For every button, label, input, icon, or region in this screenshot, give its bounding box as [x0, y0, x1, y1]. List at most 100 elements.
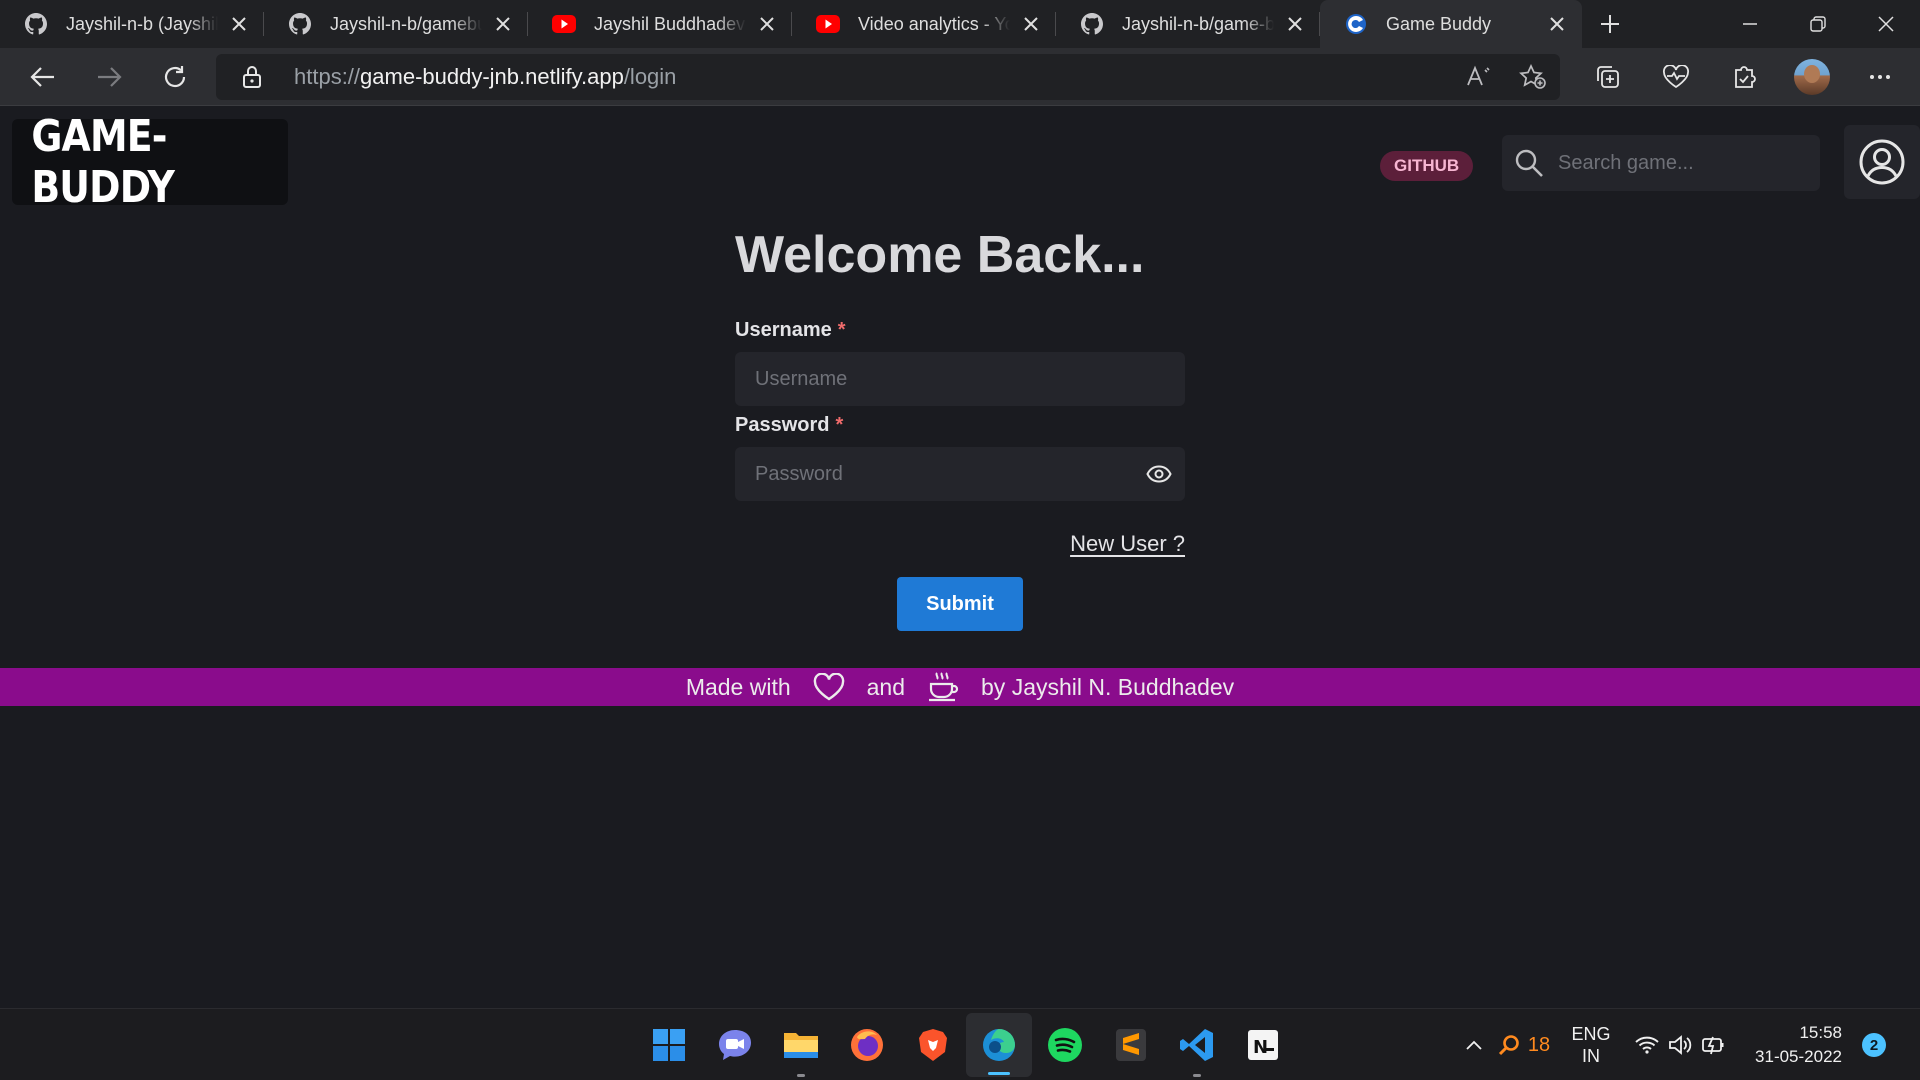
tab-title: Jayshil-n-b (Jayshil N. Buddhadev) [66, 13, 218, 35]
github-icon [24, 12, 48, 36]
username-input[interactable] [735, 352, 1125, 406]
new-tab-button[interactable] [1582, 0, 1638, 48]
url-host: game-buddy-jnb.netlify.app [360, 64, 624, 89]
system-status-group[interactable] [1628, 1009, 1732, 1080]
tab-title: Game Buddy [1386, 13, 1536, 35]
close-window-button[interactable] [1852, 0, 1920, 48]
collections-icon[interactable] [1574, 48, 1642, 106]
battery-icon [1702, 1036, 1724, 1055]
url-scheme: https:// [294, 64, 361, 89]
vscode-app[interactable] [1164, 1009, 1230, 1080]
language-line1: ENG [1571, 1024, 1611, 1044]
windows-taskbar: N 18 ENG IN 15:58 31-05-2022 2 [0, 1008, 1920, 1080]
username-field-wrapper [735, 352, 1185, 406]
site-footer: Made with and by Jayshil N. Buddhadev [0, 668, 1920, 706]
github-icon [288, 12, 312, 36]
refresh-icon [164, 65, 186, 87]
notion-app[interactable]: N [1230, 1009, 1296, 1080]
user-circle-icon [1859, 139, 1905, 185]
edge-icon [983, 1029, 1015, 1061]
browser-toolbar: https://game-buddy-jnb.netlify.app/login [0, 48, 1920, 106]
footer-suffix: by Jayshil N. Buddhadev [981, 673, 1235, 700]
volume-icon [1669, 1035, 1692, 1055]
url-text: https://game-buddy-jnb.netlify.app/login [294, 64, 1452, 90]
favorite-star-icon[interactable] [1506, 54, 1560, 100]
logo-text: GAME-BUDDY [31, 111, 175, 213]
extensions-icon[interactable] [1710, 48, 1778, 106]
footer-prefix: Made with [685, 673, 791, 700]
close-tab-icon[interactable] [1546, 13, 1568, 35]
github-icon [1080, 12, 1104, 36]
minimize-button[interactable] [1716, 0, 1784, 48]
brave-icon [919, 1029, 947, 1061]
search-tray-item[interactable]: 18 [1494, 1009, 1554, 1080]
close-tab-icon[interactable] [756, 13, 778, 35]
browser-tab[interactable]: Jayshil Buddhadev - YouTube [528, 0, 792, 48]
file-explorer-app[interactable] [768, 1009, 834, 1080]
forward-arrow-icon [98, 66, 122, 87]
avatar [1794, 59, 1830, 95]
login-form: Welcome Back... Username* Password* New … [735, 225, 1185, 631]
browser-tab[interactable]: Video analytics - YouTube Studio [792, 0, 1056, 48]
tab-title: Jayshil-n-b/gamebuddy [330, 13, 482, 35]
new-user-link[interactable]: New User ? [735, 531, 1185, 557]
sublime-text-app[interactable] [1098, 1009, 1164, 1080]
clock[interactable]: 15:58 31-05-2022 [1732, 1009, 1842, 1080]
password-field-wrapper [735, 447, 1185, 501]
firefox-app[interactable] [834, 1009, 900, 1080]
site-logo[interactable]: GAME-BUDDY [12, 111, 288, 213]
required-mark: * [837, 319, 846, 341]
browser-essentials-icon[interactable] [1642, 48, 1710, 106]
notification-count-badge: 2 [1862, 1033, 1886, 1057]
forward-button[interactable] [76, 48, 142, 106]
password-label-text: Password [735, 414, 830, 436]
show-password-eye-icon[interactable] [1145, 461, 1173, 487]
required-mark: * [835, 414, 844, 436]
wifi-icon [1635, 1036, 1659, 1054]
browser-tab[interactable]: Jayshil-n-b (Jayshil N. Buddhadev) [0, 0, 264, 48]
search-count: 18 [1527, 1034, 1551, 1056]
read-aloud-icon[interactable] [1452, 54, 1506, 100]
teams-chat-icon [719, 1030, 751, 1060]
browser-tab-active[interactable]: Game Buddy [1320, 0, 1582, 48]
search-input[interactable] [1558, 151, 1798, 175]
search-icon [1514, 148, 1544, 178]
language-line2: IN [1581, 1046, 1600, 1066]
page-title: Welcome Back... [735, 226, 1145, 284]
restore-button[interactable] [1784, 0, 1852, 48]
close-tab-icon[interactable] [492, 13, 514, 35]
github-badge[interactable]: GITHUB [1380, 151, 1474, 181]
more-options-icon[interactable] [1846, 48, 1914, 106]
profile-avatar[interactable] [1778, 48, 1846, 106]
lock-icon[interactable] [242, 65, 270, 89]
coffee-cup-icon [927, 671, 959, 703]
youtube-icon [552, 12, 576, 36]
close-tab-icon[interactable] [1284, 13, 1306, 35]
start-button[interactable] [636, 1009, 702, 1080]
teams-chat-app[interactable] [702, 1009, 768, 1080]
language-indicator[interactable]: ENG IN [1554, 1009, 1628, 1080]
address-bar[interactable]: https://game-buddy-jnb.netlify.app/login [216, 54, 1560, 100]
vscode-icon [1180, 1029, 1213, 1061]
user-account-button[interactable] [1844, 125, 1920, 199]
brave-app[interactable] [900, 1009, 966, 1080]
browser-tab[interactable]: Jayshil-n-b/gamebuddy [264, 0, 528, 48]
back-button[interactable] [10, 48, 76, 106]
magnifier-icon [1498, 1035, 1519, 1056]
close-tab-icon[interactable] [1020, 13, 1042, 35]
url-path: /login [623, 64, 677, 89]
search-game-box[interactable] [1502, 135, 1820, 191]
close-tab-icon[interactable] [228, 13, 250, 35]
submit-button[interactable]: Submit [897, 577, 1023, 631]
notification-center[interactable]: 2 [1842, 1009, 1906, 1080]
spotify-app[interactable] [1032, 1009, 1098, 1080]
browser-tab[interactable]: Jayshil-n-b/game-buddy [1056, 0, 1320, 48]
tab-title: Jayshil Buddhadev - YouTube [594, 13, 746, 35]
password-input[interactable] [735, 447, 1125, 501]
chevron-up-icon [1466, 1040, 1482, 1050]
show-hidden-icons-chevron[interactable] [1454, 1009, 1494, 1080]
refresh-button[interactable] [142, 48, 208, 106]
heart-icon [813, 673, 845, 701]
notion-icon: N [1248, 1030, 1278, 1060]
edge-app[interactable] [966, 1013, 1032, 1077]
